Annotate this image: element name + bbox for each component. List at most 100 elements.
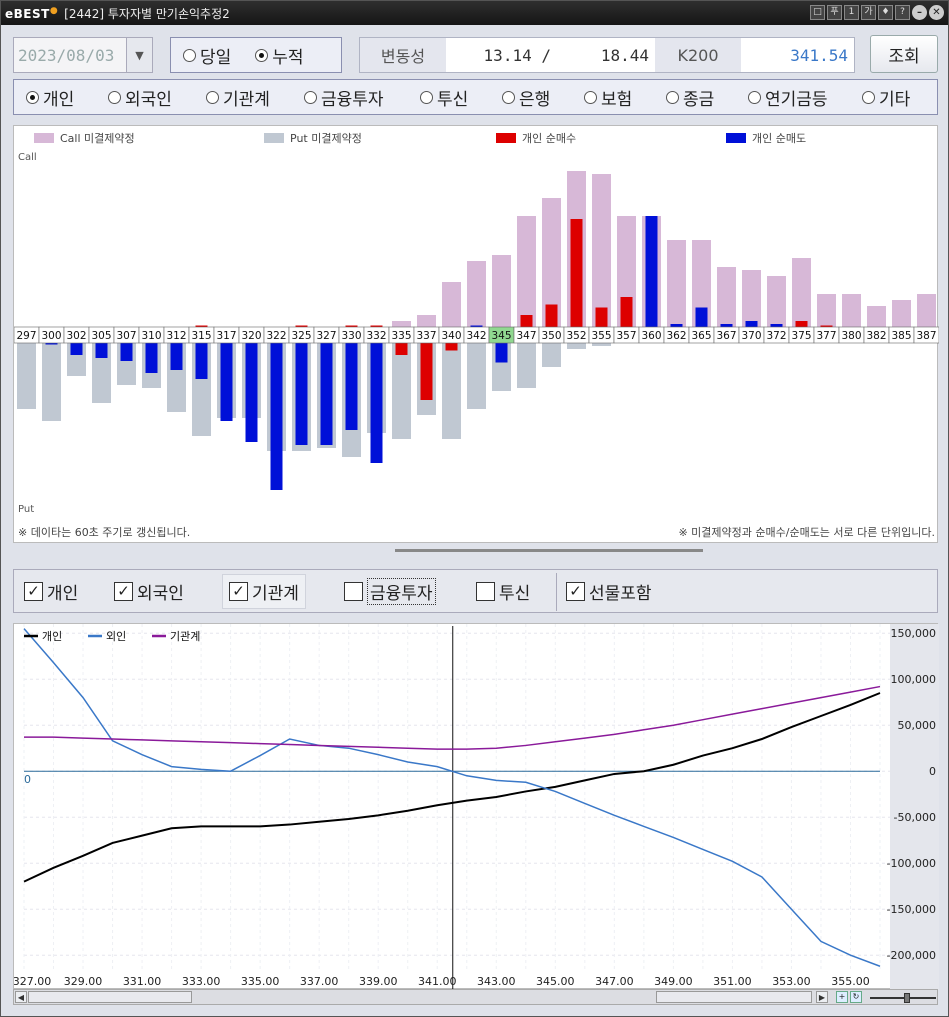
investor-radio-individual[interactable]: 개인 [26,85,74,110]
strike-label: 362 [666,330,686,342]
strike-label: 382 [866,330,886,342]
checkbox-individual[interactable]: ✓ 개인 [24,579,78,604]
net-sell-bar [745,321,758,327]
radio-dot [255,48,269,62]
font-button[interactable]: 가 [861,5,876,20]
investor-radio-financial[interactable]: 금융투자 [304,85,384,110]
horizontal-scrollbar[interactable]: ◀ ▶ + ↻ [13,989,938,1005]
checkbox-trust[interactable]: 투신 [476,579,530,604]
checkbox-futures[interactable]: ✓ 선물포함 [566,579,652,604]
strike-label: 330 [341,330,361,342]
call-oi-bar [467,261,486,327]
date-picker[interactable]: 2023/08/03 ▼ [13,37,153,73]
refresh-note: ※ 데이타는 60초 주기로 갱신됩니다. [18,526,191,539]
volatility-label: 변동성 [360,38,446,72]
strike-label: 335 [391,330,411,342]
main-window: eBEST● [2442] 투자자별 만기손익추정2 □ 푸 1 가 ♦ ? –… [0,0,949,1017]
scroll-thumb-right[interactable] [656,991,812,1003]
splitter-handle[interactable] [395,549,703,552]
call-oi-bar [417,315,436,327]
strike-label: 387 [916,330,936,342]
strike-label: 307 [116,330,136,342]
settings-button[interactable]: ♦ [878,5,893,20]
y-tick-label: 100,000 [891,673,937,686]
strike-label: 342 [466,330,486,342]
units-note: ※ 미결제약정과 순매수/순매도는 서로 다른 단위입니다. [678,526,935,539]
net-sell-bar [345,343,358,430]
zoom-in-icon[interactable]: + [836,991,848,1003]
x-tick-label: 349.00 [654,975,693,988]
legend-net-buy: 개인 순매수 [496,130,576,146]
radio-cumulative[interactable]: 누적 [255,43,304,68]
strike-label: 322 [266,330,286,342]
scroll-left-icon[interactable]: ◀ [15,991,27,1003]
market-info: 변동성 13.14 / 18.44 K200 341.54 [359,37,855,73]
checkbox-institution[interactable]: ✓ 기관계 [222,573,306,609]
net-sell-bar [220,343,233,421]
call-oi-bar [917,294,936,327]
strike-label: 375 [791,330,811,342]
net-sell-bar [195,343,208,379]
zoom-reset-icon[interactable]: ↻ [850,991,862,1003]
net-buy-bar [620,297,633,327]
lower-controls: ✓ 개인 ✓ 외국인 ✓ 기관계 금융투자 투신 ✓ 선물포함 [13,569,938,613]
call-oi-bar [817,294,836,327]
x-tick-label: 353.00 [772,975,811,988]
scroll-right-icon[interactable]: ▶ [816,991,828,1003]
zoom-slider-handle[interactable] [904,993,910,1003]
strike-label: 300 [41,330,61,342]
x-tick-label: 327.00 [14,975,51,988]
help-button[interactable]: ? [895,5,910,20]
date-value: 2023/08/03 [18,45,115,65]
strike-label: 297 [16,330,36,342]
zoom-slider-track[interactable] [870,997,936,999]
checkbox-foreign[interactable]: ✓ 외국인 [114,579,184,604]
pin-button[interactable]: 푸 [827,5,842,20]
put-oi-bar [42,343,61,421]
scroll-thumb-left[interactable] [28,991,192,1003]
y-tick-label: 0 [929,765,936,778]
query-button[interactable]: 조회 [870,35,938,73]
net-sell-bar [270,343,283,490]
strike-label: 332 [366,330,386,342]
investor-radio-foreign[interactable]: 외국인 [108,85,172,110]
strike-label: 350 [541,330,561,342]
y-tick-label: 50,000 [898,719,937,732]
net-buy-bar [795,321,808,327]
title-bar: eBEST● [2442] 투자자별 만기손익추정2 □ 푸 1 가 ♦ ? –… [1,1,948,25]
restore-button[interactable]: □ [810,5,825,20]
close-button[interactable]: ✕ [929,5,944,20]
series-line [23,692,881,883]
investor-radio-trust[interactable]: 투신 [420,85,468,110]
investor-radio-pension[interactable]: 연기금등 [748,85,828,110]
pnl-line-chart: 0 150,000 100,000 50,000 0 -50,000 -100,000 -15… [13,623,939,990]
investor-radio-institution[interactable]: 기관계 [206,85,270,110]
x-tick-label: 341.00 [418,975,457,988]
strike-label: 315 [191,330,211,342]
x-tick-label: 333.00 [182,975,221,988]
one-button[interactable]: 1 [844,5,859,20]
net-sell-bar [145,343,158,373]
checkbox-financial[interactable]: 금융투자 [344,577,436,605]
strike-label: 310 [141,330,161,342]
x-tick-label: 347.00 [595,975,634,988]
radio-daily[interactable]: 당일 [183,43,231,68]
call-oi-bar [717,267,736,327]
investor-radio-merchant[interactable]: 종금 [666,85,714,110]
net-sell-bar [120,343,133,361]
line-chart-svg: 0 150,000 100,000 50,000 0 -50,000 -100,000 -15… [13,624,939,990]
open-interest-chart: Call 미결제약정 Put 미결제약정 개인 순매수 개인 순매도 Call … [13,125,939,543]
net-sell-bar [720,324,733,327]
strike-label: 305 [91,330,111,342]
y-tick-label: -200,000 [887,949,936,962]
strike-label: 325 [291,330,311,342]
mode-selector: 당일 누적 [170,37,342,73]
y-tick-label: 150,000 [891,627,937,640]
investor-radio-insurance[interactable]: 보험 [584,85,632,110]
minimize-button[interactable]: – [912,5,927,20]
strike-label: 377 [816,330,836,342]
investor-radio-other[interactable]: 기타 [862,85,910,110]
chevron-down-icon[interactable]: ▼ [126,38,152,72]
strike-label: 357 [616,330,636,342]
investor-radio-bank[interactable]: 은행 [502,85,550,110]
